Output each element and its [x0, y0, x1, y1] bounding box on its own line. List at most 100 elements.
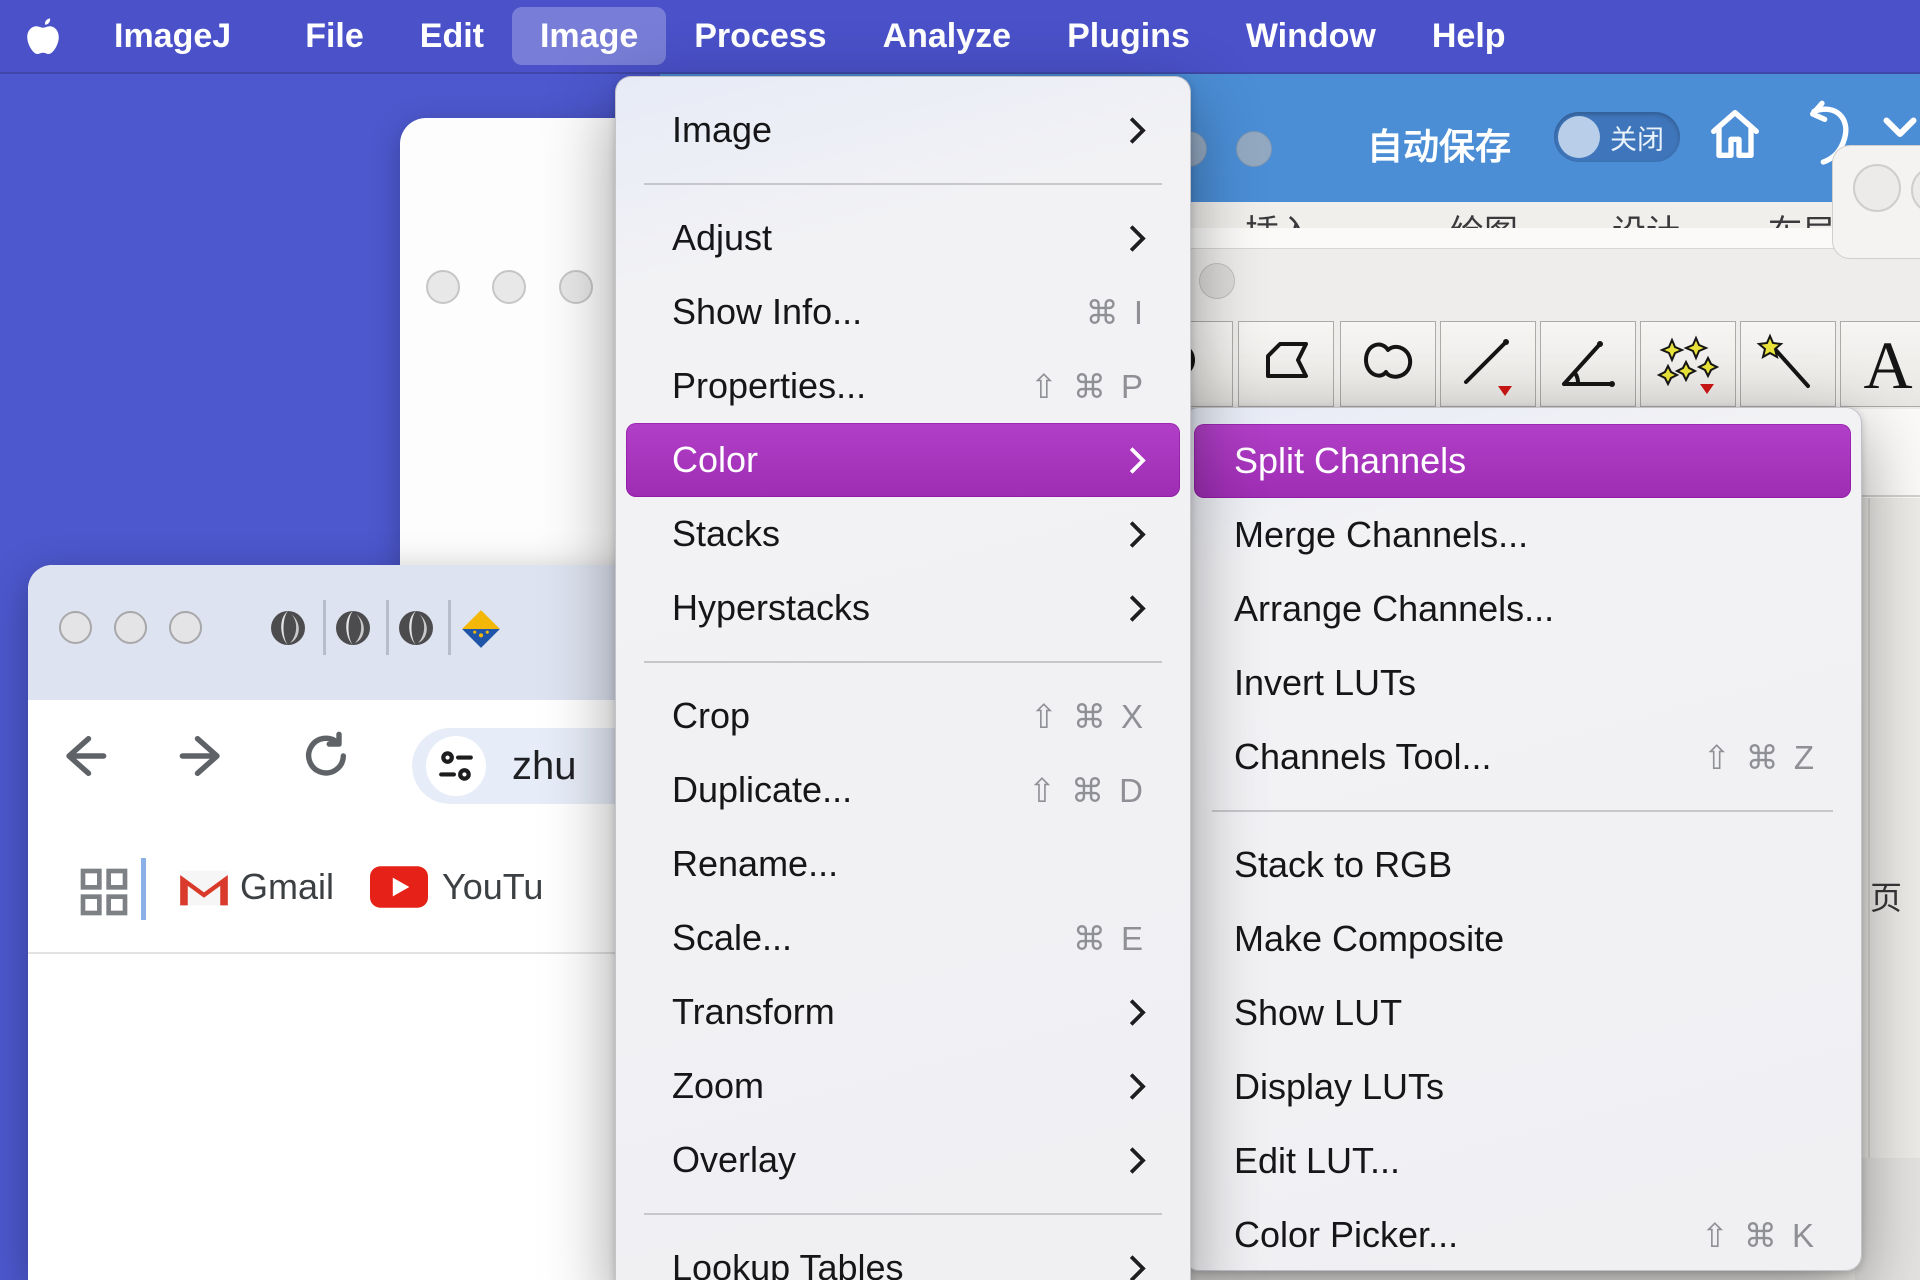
menu-item-channels-tool[interactable]: Channels Tool...⇧ ⌘ Z [1194, 720, 1851, 794]
menubar-item-imagej[interactable]: ImageJ [86, 7, 259, 65]
menu-item-scale[interactable]: Scale...⌘ E [626, 901, 1180, 975]
floating-tool-panel [1832, 145, 1920, 259]
menu-item-edit-lut[interactable]: Edit LUT... [1194, 1124, 1851, 1198]
menu-item-overlay[interactable]: Overlay [626, 1123, 1180, 1197]
menubar: ImageJ FileEditImageProcessAnalyzePlugins… [0, 0, 1920, 72]
window-button[interactable] [559, 270, 593, 304]
point-tool-button[interactable] [1640, 321, 1736, 407]
menu-item-properties[interactable]: Properties...⇧ ⌘ P [626, 349, 1180, 423]
menu-item-color[interactable]: Color [626, 423, 1180, 497]
submenu-chevron-icon [1119, 117, 1146, 144]
menu-item-color-picker[interactable]: Color Picker...⇧ ⌘ K [1194, 1198, 1851, 1272]
angle-tool-icon [1556, 332, 1620, 396]
browser-tab-globe-favicon[interactable] [333, 608, 373, 653]
traffic-light-zoom[interactable] [169, 611, 202, 644]
tab-separator [386, 600, 389, 655]
home-icon[interactable] [1703, 102, 1767, 166]
menu-item-crop[interactable]: Crop⇧ ⌘ X [626, 679, 1180, 753]
chevron-down-icon[interactable] [1882, 116, 1918, 140]
menubar-item-plugins[interactable]: Plugins [1039, 7, 1218, 65]
point-tool-icon [1656, 332, 1720, 396]
freehand-tool-button[interactable] [1340, 321, 1436, 407]
divider [141, 858, 146, 920]
menubar-item-image[interactable]: Image [512, 7, 666, 65]
ribbon-tab-布局[interactable]: 布局 [1768, 205, 1836, 228]
menu-item-show-lut[interactable]: Show LUT [1194, 976, 1851, 1050]
menu-item-label: Adjust [672, 217, 1123, 259]
window-button[interactable] [1236, 131, 1272, 167]
traffic-light-minimize[interactable] [114, 611, 147, 644]
text-tool-button[interactable]: A [1840, 321, 1920, 407]
menu-item-transform[interactable]: Transform [626, 975, 1180, 1049]
menu-item-stacks[interactable]: Stacks [626, 497, 1180, 571]
menu-item-lookup-tables[interactable]: Lookup Tables [626, 1231, 1180, 1280]
autosave-toggle[interactable]: 关闭 [1554, 112, 1680, 162]
browser-tab-globe-favicon[interactable] [268, 608, 308, 653]
browser-tab-globe-favicon[interactable] [396, 608, 436, 653]
back-button[interactable] [56, 730, 108, 782]
menubar-item-edit[interactable]: Edit [392, 7, 512, 65]
bookmark-label: YouTu [442, 866, 543, 908]
url-text: zhu [512, 744, 577, 789]
wand-tool-icon [1756, 332, 1820, 396]
menu-separator [644, 1213, 1162, 1215]
panel-button[interactable] [1911, 166, 1920, 214]
menu-item-invert-luts[interactable]: Invert LUTs [1194, 646, 1851, 720]
window-button[interactable] [1199, 263, 1235, 299]
wand-tool-button[interactable] [1740, 321, 1836, 407]
angle-tool-button[interactable] [1540, 321, 1636, 407]
polygon-tool-button[interactable] [1238, 321, 1334, 407]
apple-menu[interactable] [0, 14, 86, 58]
tab-separator [323, 600, 326, 655]
menu-item-display-luts[interactable]: Display LUTs [1194, 1050, 1851, 1124]
line-tool-button[interactable] [1440, 321, 1536, 407]
window-button[interactable] [492, 270, 526, 304]
site-settings-chip[interactable] [426, 736, 486, 796]
forward-button[interactable] [178, 730, 230, 782]
submenu-chevron-icon [1119, 521, 1146, 548]
menubar-item-process[interactable]: Process [666, 7, 854, 65]
color-submenu: Split Channels Merge Channels... Arrange C… [1183, 407, 1862, 1271]
panel-button[interactable] [1853, 164, 1901, 212]
menu-item-label: Split Channels [1234, 440, 1817, 482]
menubar-item-file[interactable]: File [277, 7, 392, 65]
menubar-item-help[interactable]: Help [1404, 7, 1534, 65]
menu-item-hyperstacks[interactable]: Hyperstacks [626, 571, 1180, 645]
menu-item-make-composite[interactable]: Make Composite [1194, 902, 1851, 976]
menu-item-adjust[interactable]: Adjust [626, 201, 1180, 275]
menu-item-shortcut: ⇧ ⌘ Z [1703, 738, 1817, 777]
menubar-items: ImageJ FileEditImageProcessAnalyzePlugins… [86, 7, 1534, 65]
menu-item-duplicate[interactable]: Duplicate...⇧ ⌘ D [626, 753, 1180, 827]
menu-item-shortcut: ⇧ ⌘ D [1028, 771, 1146, 810]
freehand-tool-icon [1356, 332, 1420, 396]
apple-icon [25, 14, 61, 58]
window-button[interactable] [426, 270, 460, 304]
menu-item-arrange-channels[interactable]: Arrange Channels... [1194, 572, 1851, 646]
menu-item-merge-channels[interactable]: Merge Channels... [1194, 498, 1851, 572]
ribbon-tab-绘图[interactable]: 绘图 [1450, 205, 1518, 228]
ribbon-tab-插入[interactable]: 插入 [1245, 205, 1313, 228]
ribbon-tab-设计[interactable]: 设计 [1612, 205, 1680, 228]
menu-item-image[interactable]: Image [626, 93, 1180, 167]
menu-item-zoom[interactable]: Zoom [626, 1049, 1180, 1123]
menu-item-label: Overlay [672, 1139, 1123, 1181]
gmail-icon [178, 866, 230, 915]
menu-item-stack-to-rgb[interactable]: Stack to RGB [1194, 828, 1851, 902]
menu-item-label: Arrange Channels... [1234, 588, 1817, 630]
menu-item-label: Merge Channels... [1234, 514, 1817, 556]
autosave-state-label: 关闭 [1610, 118, 1670, 157]
menubar-item-window[interactable]: Window [1218, 7, 1404, 65]
menu-item-split-channels[interactable]: Split Channels [1194, 424, 1851, 498]
reload-button[interactable] [300, 730, 352, 782]
traffic-light-close[interactable] [59, 611, 92, 644]
menu-item-show-info[interactable]: Show Info...⌘ I [626, 275, 1180, 349]
browser-tab-diamond-favicon[interactable] [460, 608, 502, 655]
apps-grid-icon[interactable] [76, 864, 132, 920]
menubar-item-analyze[interactable]: Analyze [855, 7, 1040, 65]
menu-item-rename[interactable]: Rename... [626, 827, 1180, 901]
menu-item-shortcut: ⌘ E [1073, 919, 1146, 958]
line-tool-icon [1456, 332, 1520, 396]
menu-item-label: Stacks [672, 513, 1123, 555]
menu-item-shortcut: ⇧ ⌘ K [1701, 1216, 1817, 1255]
imagej-toolbar-window: A [1150, 248, 1920, 409]
